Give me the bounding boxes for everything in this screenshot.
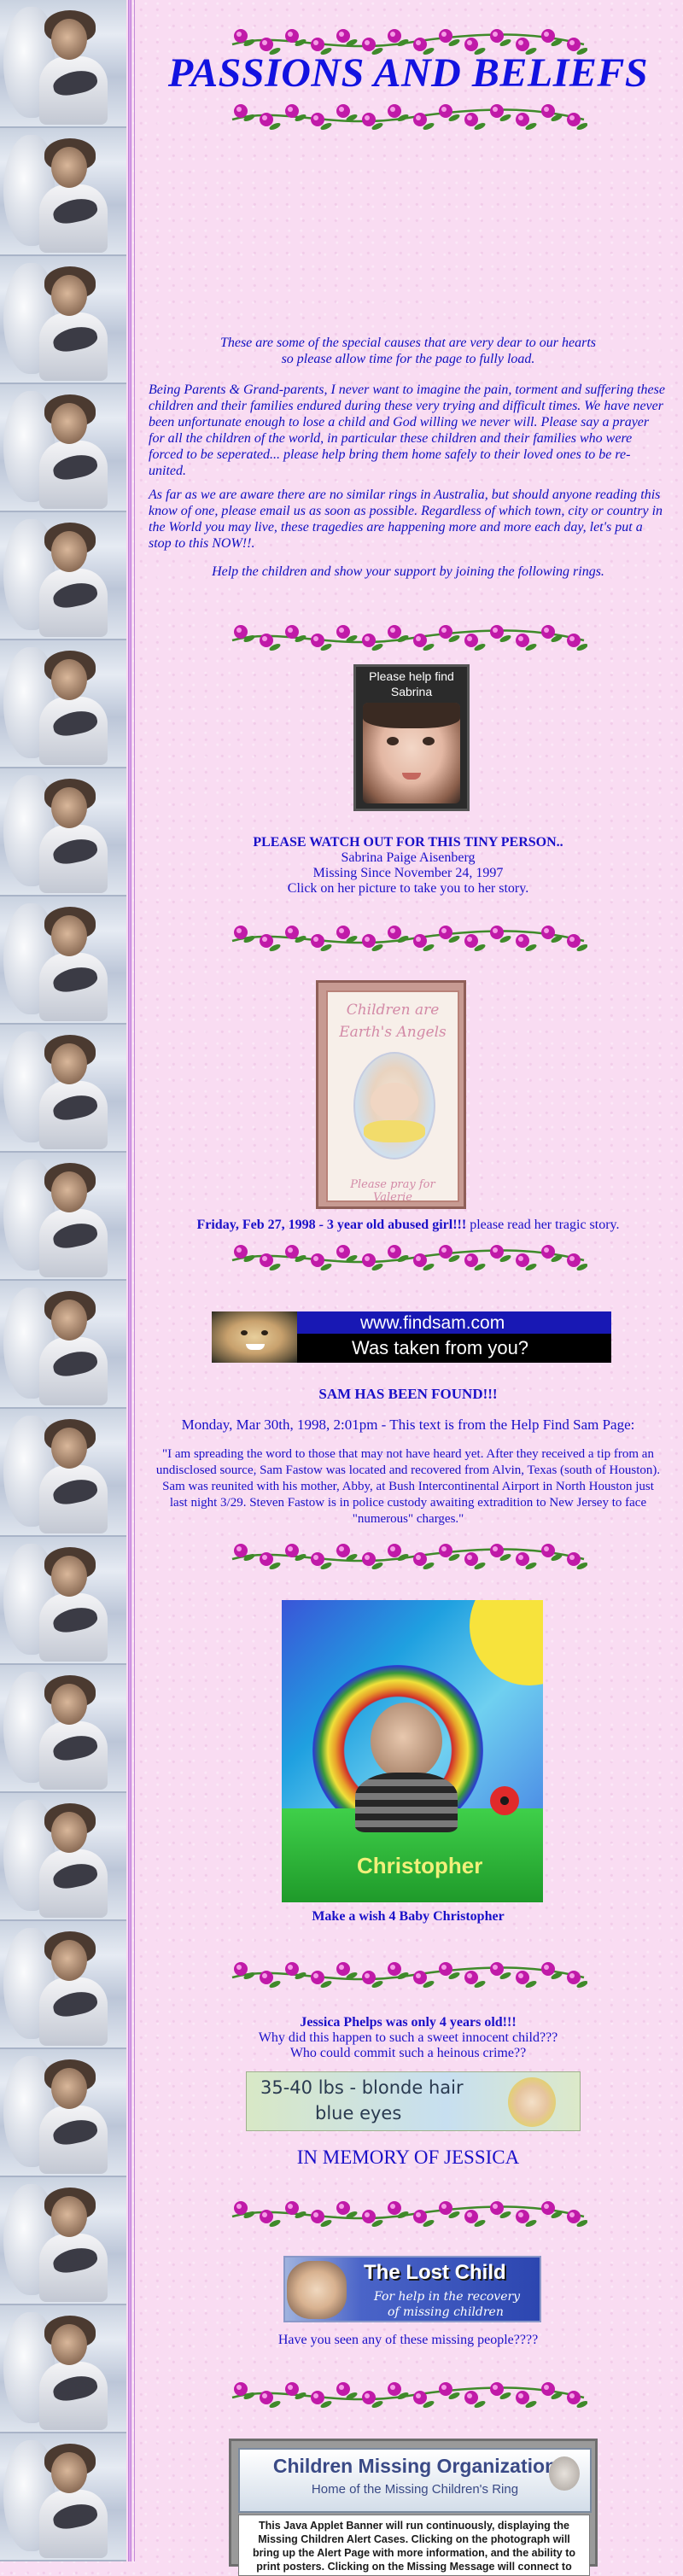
christopher-photo: Christopher [282, 1600, 543, 1902]
angel-tile [0, 2177, 126, 2305]
sabrina-caption: PLEASE WATCH OUT FOR THIS TINY PERSON.. … [145, 835, 671, 897]
intro-special-causes: These are some of the special causes tha… [219, 336, 597, 350]
findsam-banner[interactable]: www.findsam.com Was taken from you? [212, 1311, 611, 1363]
cmo-child-photo [549, 2456, 580, 2491]
cmo-subtitle: Home of the Missing Children's Ring [311, 2482, 519, 2497]
cmo-header: Children Missing Organization Home of th… [238, 2448, 592, 2513]
sam-date-line: Monday, Mar 30th, 1998, 2:01pm - This te… [181, 1417, 635, 1433]
flower-divider [229, 1959, 588, 1992]
sabrina-photo-link[interactable]: Please help find Sabrina [353, 664, 470, 811]
cmo-body-panel: This Java Applet Banner will run continu… [238, 2515, 590, 2576]
jessica-banner[interactable]: 35-40 lbs - blonde hair blue eyes [246, 2071, 581, 2131]
angel-tile [0, 512, 126, 640]
jessica-banner-line2: blue eyes [315, 2103, 402, 2123]
angel-tile [0, 1025, 126, 1153]
jessica-line2: Who could commit such a heinous crime?? [289, 2046, 527, 2060]
sabrina-photo-caption: Please help find Sabrina [369, 669, 454, 698]
intro-help-children-text: Help the children and show your support … [212, 564, 604, 579]
flower-divider [229, 101, 588, 134]
valerie-caption-bold: Friday, Feb 27, 1998 - 3 year old abused… [196, 1218, 467, 1232]
findsam-url: www.findsam.com [360, 1313, 505, 1333]
valerie-pray-text: Please pray for Valerie [350, 1178, 435, 1204]
angel-tile [0, 128, 126, 256]
intro-causes: These are some of the special causes tha… [149, 335, 668, 367]
jessica-banner-line1: 35-40 lbs - blonde hair [260, 2077, 464, 2098]
angel-tile [0, 0, 126, 128]
angel-tile [0, 768, 126, 897]
purple-divider-line [128, 0, 131, 2561]
sabrina-missing-since: Missing Since November 24, 1997 [312, 866, 504, 880]
angel-tile [0, 2049, 126, 2177]
sabrina-click-text: Click on her picture to take you to her … [287, 881, 529, 896]
angel-tile [0, 1409, 126, 1537]
baby-figure [355, 1703, 458, 1832]
christopher-name: Christopher [357, 1853, 483, 1878]
sabrina-photo [363, 703, 460, 803]
angel-tile [0, 1537, 126, 1665]
sam-quote: "I am spreading the word to those that m… [155, 1447, 661, 1526]
sam-found-heading: SAM HAS BEEN FOUND!!! [318, 1386, 498, 1402]
angel-tile [0, 1793, 126, 1921]
intro-parents-paragraph: Being Parents & Grand-parents, I never w… [149, 382, 668, 479]
lost-child-sub1: For help in the recovery [374, 2290, 521, 2304]
intro-help-children: Help the children and show your support … [149, 564, 668, 580]
lost-child-caption: Have you seen any of these missing peopl… [277, 2333, 539, 2347]
angel-tile [0, 1153, 126, 1281]
intro-australia-paragraph: As far as we are aware there are no simi… [149, 487, 668, 552]
jessica-heading: Jessica Phelps was only 4 years old!!! [300, 2015, 517, 2030]
valerie-caption-link[interactable]: please read her tragic story. [466, 1218, 619, 1232]
angel-tile [0, 1665, 126, 1793]
angel-tile [0, 384, 126, 512]
flower-divider [229, 922, 588, 955]
purple-divider-thin [134, 0, 135, 2561]
angel-wallpaper-strip [0, 0, 126, 2561]
lost-child-photo [287, 2261, 347, 2319]
jessica-memory: IN MEMORY OF JESSICA [296, 2147, 520, 2168]
lost-child-banner[interactable]: The Lost Child For help in the recovery … [283, 2256, 541, 2322]
jessica-line1: Why did this happen to such a sweet inno… [258, 2030, 558, 2045]
christopher-caption: Make a wish 4 Baby Christopher [312, 1909, 505, 1924]
lost-child-title: The Lost Child [364, 2261, 506, 2284]
flower-divider [229, 2198, 588, 2231]
angel-tile [0, 1281, 126, 1409]
flower-divider [229, 2379, 588, 2412]
sabrina-heading: PLEASE WATCH OUT FOR THIS TINY PERSON.. [253, 835, 563, 850]
intro-parents: Being Parents & Grand-parents, I never w… [149, 383, 665, 478]
flower-divider [229, 622, 588, 655]
page-title: PASSIONS AND BELIEFS [167, 50, 649, 96]
cmo-body: This Java Applet Banner will run continu… [252, 2520, 576, 2573]
sabrina-name: Sabrina Paige Aisenberg [341, 850, 476, 865]
flower-divider [229, 1540, 588, 1574]
angel-tile [0, 256, 126, 384]
intro-australia: As far as we are aware there are no simi… [149, 488, 663, 551]
cmo-applet[interactable]: Children Missing Organization Home of th… [229, 2439, 598, 2576]
angel-tile [0, 640, 126, 768]
main-content: PASSIONS AND BELIEFS These are some of t… [145, 0, 671, 2576]
intro-allow-time: so please allow time for the page to ful… [281, 352, 535, 366]
valerie-caption: Friday, Feb 27, 1998 - 3 year old abused… [145, 1218, 671, 1233]
lost-child-sub2: of missing children [388, 2305, 504, 2319]
jessica-photo [508, 2077, 556, 2127]
findsam-tagline: Was taken from you? [352, 1337, 529, 1358]
angel-tile [0, 897, 126, 1025]
cmo-title: Children Missing Organization [272, 2455, 557, 2477]
valerie-angels-text: Children are Earth's Angels [339, 1002, 447, 1041]
jessica-caption: Jessica Phelps was only 4 years old!!! W… [145, 2015, 671, 2061]
angel-tile [0, 2305, 126, 2433]
angel-tile [0, 1921, 126, 2049]
flower-divider [229, 1241, 588, 1275]
findsam-boy-photo [212, 1311, 297, 1363]
valerie-card: Children are Earth's Angels Please pray … [326, 990, 459, 1204]
findsam-url-bar: www.findsam.com [297, 1311, 611, 1334]
valerie-baby-oval [353, 1052, 435, 1159]
flower-icon [490, 1786, 519, 1815]
valerie-image-link[interactable]: Children are Earth's Angels Please pray … [316, 980, 466, 1209]
angel-tile [0, 2433, 126, 2561]
